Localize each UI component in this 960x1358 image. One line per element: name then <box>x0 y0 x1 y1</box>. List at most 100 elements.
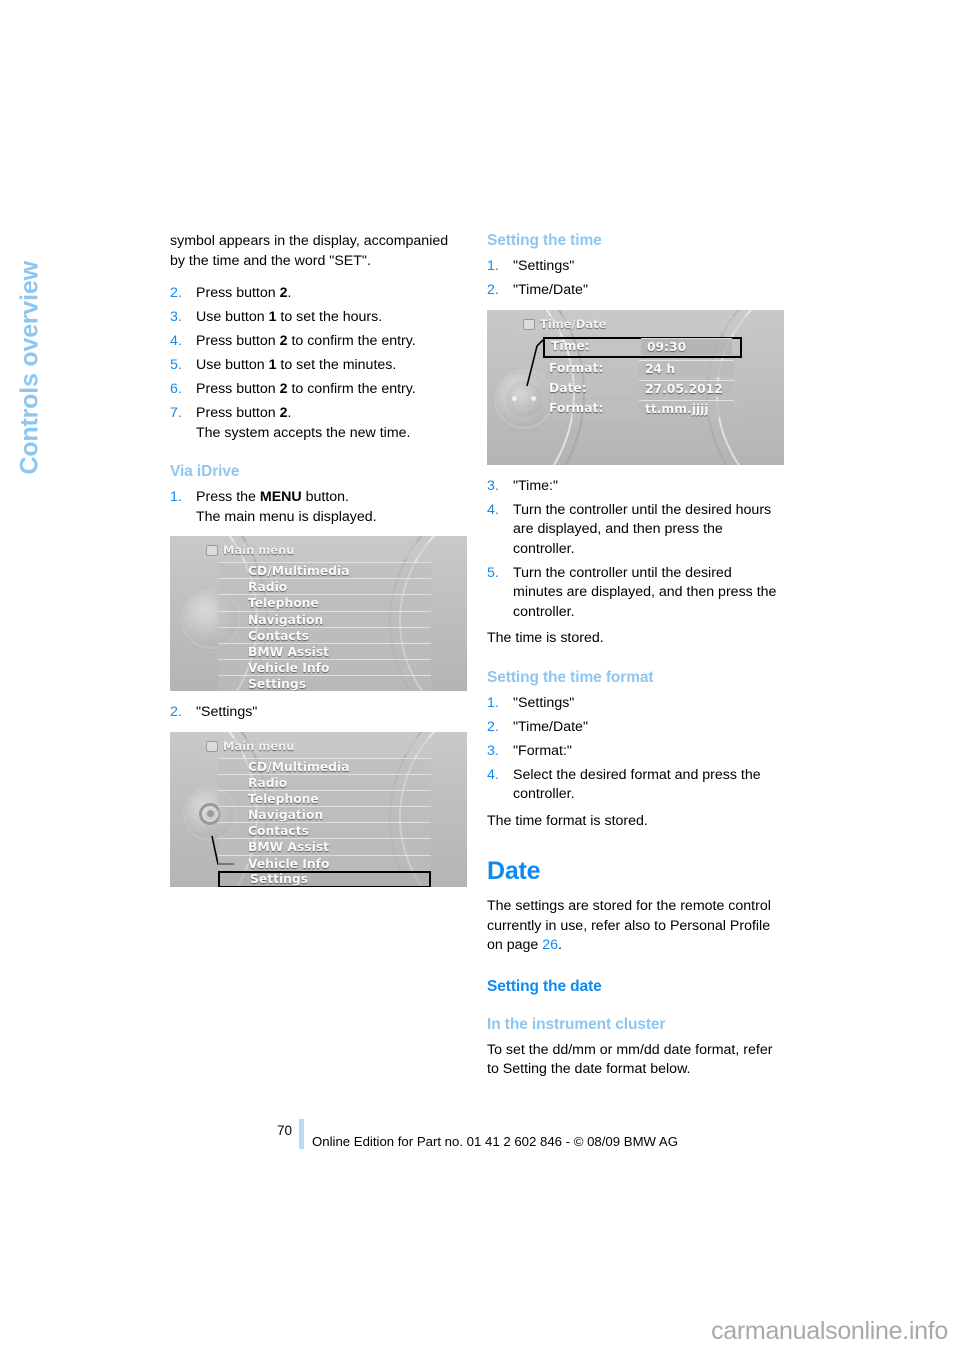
list-item: 7. Press button 2. The system accepts th… <box>170 404 467 443</box>
list-text-bold: 2 <box>279 333 288 349</box>
row-value-box: tt.mm.jjjj <box>639 399 734 417</box>
list-item: 1. Press the MENU button. The main menu … <box>170 488 467 527</box>
list-item: 1. "Settings" <box>487 694 784 714</box>
list-text-before: Press the <box>196 489 260 505</box>
list-item: 3. "Time:" <box>487 477 784 497</box>
list-marker: 1. <box>170 489 182 505</box>
figure-title-label: Main menu <box>223 738 295 753</box>
knob-dot-left <box>512 396 517 401</box>
row-value-box: 09:30 <box>641 337 732 355</box>
steps-continued-list: 2. Press button 2. 3. Use button 1 to se… <box>170 284 467 443</box>
list-text: "Time:" <box>513 477 559 494</box>
time-stored-note: The time is stored. <box>487 630 604 646</box>
row-value: tt.mm.jjjj <box>645 401 709 416</box>
table-row-date: Date: 27.05.2012 <box>543 379 742 398</box>
figure-title-bar: Main menu <box>202 737 431 755</box>
date-paragraph-before-link: The settings are stored for the remote c… <box>487 898 771 953</box>
list-marker: 3. <box>487 742 499 759</box>
list-marker: 4. <box>170 333 182 349</box>
row-value: 24 h <box>645 361 676 376</box>
heading-date: Date <box>487 857 541 885</box>
setting-time-steps-list: 1. "Settings" 2. "Time/Date" <box>487 257 784 301</box>
list-item: 2. "Time/Date" <box>487 281 784 301</box>
heading-setting-the-date: Setting the date <box>487 977 602 995</box>
menu-item-bmw-assist: BMW Assist <box>218 642 431 660</box>
heading-setting-the-time: Setting the time <box>487 232 602 249</box>
setting-time-format-steps-list: 1. "Settings" 2. "Time/Date" 3. "Format:… <box>487 694 784 805</box>
figure-menu-list-1: CD/Multimedia Radio Telephone Navigation… <box>218 562 431 691</box>
list-text-after: . <box>287 405 292 421</box>
figure-menu-list-2: CD/Multimedia Radio Telephone Navigation… <box>218 757 431 887</box>
footer-edition-text: Online Edition for Part no. 01 41 2 602 … <box>312 1134 678 1149</box>
menu-item-vehicle-info: Vehicle Info <box>218 659 431 676</box>
list-item: 6. Press button 2 to confirm the entry. <box>170 380 467 400</box>
idrive-steps-list-1: 1. Press the MENU button. The main menu … <box>170 488 467 527</box>
date-paragraph: The settings are stored for the remote c… <box>487 897 784 956</box>
time-format-stored-note: The time format is stored. <box>487 812 648 829</box>
list-text-before: Use button <box>196 357 269 373</box>
menu-item-vehicle-info: Vehicle Info <box>218 854 431 871</box>
row-label: Time: <box>551 338 590 353</box>
list-text: "Settings" <box>513 258 575 274</box>
list-item: 5. Turn the controller until the desired… <box>487 564 784 623</box>
knob-center <box>506 380 542 417</box>
row-value-box: 24 h <box>639 359 734 377</box>
chapter-tab-label: Controls overview <box>15 261 44 475</box>
page-reference-link[interactable]: 26 <box>542 937 558 953</box>
list-text: "Time/Date" <box>513 282 588 298</box>
list-marker: 5. <box>170 357 182 373</box>
menu-item-bmw-assist: BMW Assist <box>218 838 431 855</box>
list-text: "Time/Date" <box>513 718 588 735</box>
list-text-after: button. <box>301 489 349 505</box>
menu-item-contacts: Contacts <box>218 822 431 839</box>
list-text-before: Press button <box>196 285 280 301</box>
list-text-after: to confirm the entry. <box>287 333 416 349</box>
idrive-steps-list-2: 2. "Settings" <box>170 703 467 723</box>
menu-item-settings-highlighted: Settings <box>218 870 431 887</box>
menu-item-contacts: Contacts <box>218 626 431 643</box>
menu-item-radio: Radio <box>218 773 431 790</box>
date-paragraph-after-link: . <box>558 937 562 953</box>
list-marker: 4. <box>487 501 499 518</box>
list-text-bold: MENU <box>259 489 302 505</box>
list-marker: 2. <box>170 704 182 720</box>
figure-title-bar: Time/Date <box>519 315 748 333</box>
heading-setting-the-time-format: Setting the time format <box>487 668 654 686</box>
list-marker: 2. <box>170 285 182 301</box>
intro-paragraph: symbol appears in the display, accompani… <box>170 233 449 269</box>
menu-item-cd-multimedia: CD/Multimedia <box>218 562 431 579</box>
row-label: Format: <box>549 400 604 415</box>
time-date-rows: Time: 09:30 Format: 24 h Date: 27.05.201… <box>543 336 742 420</box>
list-marker: 6. <box>170 381 182 397</box>
list-item: 3. "Format:" <box>487 742 784 762</box>
list-text: Turn the controller until the desired ho… <box>513 501 772 557</box>
figure-title-label: Main menu <box>223 543 295 557</box>
table-row-date-format: Format: tt.mm.jjjj <box>543 399 742 418</box>
row-label: Date: <box>549 380 587 395</box>
screen-icon <box>206 545 218 556</box>
list-marker: 3. <box>170 309 182 325</box>
page-number: 70 <box>276 1123 292 1138</box>
right-column: Setting the time 1. "Settings" 2. "Time/… <box>487 232 784 1080</box>
list-text: Select the desired format and press the … <box>513 766 761 803</box>
site-watermark: carmanualsonline.info <box>711 1317 948 1345</box>
setting-time-steps-after-figure: 3. "Time:" 4. Turn the controller until … <box>487 477 784 623</box>
chapter-tab: Controls overview <box>0 215 60 475</box>
list-marker: 4. <box>487 766 499 783</box>
clock-icon <box>523 318 535 330</box>
menu-item-navigation: Navigation <box>218 806 431 823</box>
menu-item-radio: Radio <box>218 578 431 595</box>
heading-in-the-instrument-cluster: In the instrument cluster <box>487 1015 666 1033</box>
list-marker: 2. <box>487 282 499 298</box>
instrument-cluster-paragraph: To set the dd/mm or mm/dd date format, r… <box>487 1041 773 1078</box>
list-text: Turn the controller until the desired mi… <box>513 564 777 620</box>
menu-item-settings: Settings <box>218 675 431 691</box>
list-item: 4. Press button 2 to confirm the entry. <box>170 332 467 352</box>
list-text-after: to set the hours. <box>276 309 383 325</box>
list-marker: 2. <box>487 718 499 735</box>
list-text: "Settings" <box>513 694 575 711</box>
heading-via-idrive: Via iDrive <box>170 463 240 480</box>
figure-main-menu-2: Main menu CD/Multimedia Radio Telephone … <box>170 731 467 887</box>
menu-item-telephone: Telephone <box>218 594 431 611</box>
list-item: 4. Turn the controller until the desired… <box>487 501 784 560</box>
